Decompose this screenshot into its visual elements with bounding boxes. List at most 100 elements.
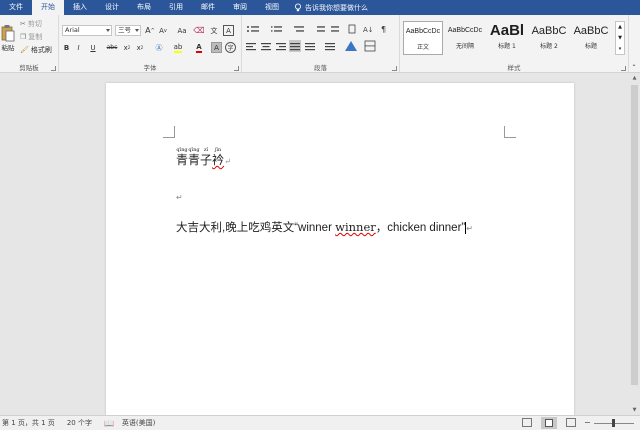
style-heading-1[interactable]: AaBl 标题 1	[487, 21, 527, 55]
scroll-thumb[interactable]	[631, 85, 638, 385]
borders-button[interactable]	[365, 41, 379, 52]
tell-me-box[interactable]: 告诉我你想要做什么	[294, 3, 368, 13]
page-count[interactable]: 第 1 页，共 1 页	[2, 418, 55, 428]
zoom-thumb[interactable]	[612, 419, 615, 427]
clipboard-group-label: 剪贴板	[19, 64, 39, 72]
chevron-down-icon[interactable]: ▼	[616, 33, 624, 44]
clipboard-dialog-launcher[interactable]	[51, 66, 56, 71]
font-name-box[interactable]: Arial	[62, 25, 112, 36]
document-page[interactable]: 青qīng青qīng子zǐ衿jīn↵ ↵ 大吉大利,晚上吃鸡英文“winner …	[106, 83, 574, 415]
style-heading-1-sample: AaBl	[489, 22, 525, 39]
tab-home[interactable]: 开始	[32, 0, 64, 15]
increase-indent-button[interactable]	[328, 23, 340, 33]
align-center-button[interactable]	[260, 41, 272, 52]
cut-button[interactable]: ✂ 剪切	[20, 19, 42, 29]
bullets-button[interactable]	[245, 23, 265, 33]
tab-insert[interactable]: 插入	[64, 0, 96, 15]
clipboard-group: 粘贴 ✂ 剪切 ❐ 复制 🖌 格式刷 剪贴板	[0, 15, 59, 73]
decrease-indent-button[interactable]	[314, 23, 326, 33]
styles-scroller[interactable]: ▲ ▼ ▾	[615, 21, 625, 55]
text-line[interactable]: 大吉大利,晚上吃鸡英文“winner winner，chicken dinner…	[176, 219, 473, 235]
enclose-char-button[interactable]: 字	[225, 42, 236, 53]
ruby-char: 衿jīn	[212, 147, 225, 167]
char-border-button[interactable]: A	[223, 25, 234, 36]
language-indicator[interactable]: 英语(美国)	[122, 418, 155, 428]
chinese-layout-button[interactable]	[346, 23, 358, 33]
copy-label: 复制	[28, 33, 43, 41]
text-effects-button[interactable]: Ⓐ	[153, 42, 165, 53]
multilevel-list-button[interactable]	[291, 23, 311, 33]
tab-mailings[interactable]: 邮件	[192, 0, 224, 15]
font-group-label: 字体	[143, 64, 157, 72]
underline-button[interactable]: U	[86, 42, 100, 53]
style-no-spacing[interactable]: AaBbCcDc 无间隔	[445, 21, 485, 55]
font-color-button[interactable]: A	[192, 42, 206, 53]
bold-button[interactable]: B	[62, 42, 71, 53]
ribbon: 粘贴 ✂ 剪切 ❐ 复制 🖌 格式刷 剪贴板 Arial 三号 A ^ Av Aa…	[0, 15, 640, 73]
style-normal[interactable]: AaBbCcDc 正文	[403, 21, 443, 55]
word-count[interactable]: 20 个字	[67, 418, 92, 428]
paste-label: 粘贴	[1, 44, 15, 52]
format-painter-button[interactable]: 🖌 格式刷	[20, 45, 52, 55]
show-marks-button[interactable]	[380, 23, 392, 33]
font-size-box[interactable]: 三号	[115, 25, 141, 36]
styles-dialog-launcher[interactable]	[621, 66, 626, 71]
more-styles-icon[interactable]: ▾	[616, 44, 624, 54]
tab-references[interactable]: 引用	[160, 0, 192, 15]
tab-design[interactable]: 设计	[96, 0, 128, 15]
copy-icon: ❐	[20, 33, 27, 41]
justify-button[interactable]	[289, 40, 301, 52]
numbering-button[interactable]	[268, 23, 288, 33]
subscript-button[interactable]: x2	[122, 42, 132, 53]
sort-button[interactable]	[362, 23, 376, 33]
ruby-line[interactable]: 青qīng青qīng子zǐ衿jīn↵	[176, 147, 231, 168]
tab-review[interactable]: 审阅	[224, 0, 256, 15]
empty-paragraph-mark: ↵	[176, 193, 183, 202]
shrink-font-button[interactable]: Av	[158, 25, 168, 36]
change-case-button[interactable]: Aa	[174, 25, 190, 36]
align-right-button[interactable]	[275, 41, 287, 52]
char-shading-button[interactable]: A	[211, 42, 222, 53]
highlighter-icon: ab	[173, 42, 183, 53]
vertical-scrollbar[interactable]: ▲ ▼	[629, 73, 640, 415]
align-left-button[interactable]	[245, 41, 257, 52]
highlight-button[interactable]: ab	[171, 42, 185, 53]
style-title[interactable]: AaBbC 标题	[571, 21, 611, 55]
italic-button[interactable]: I	[74, 42, 83, 53]
tab-file[interactable]: 文件	[0, 0, 32, 15]
bold-glyph: B	[63, 43, 70, 52]
tell-me-text: 告诉我你想要做什么	[305, 3, 368, 12]
tab-layout[interactable]: 布局	[128, 0, 160, 15]
styles-group-label: 样式	[507, 64, 521, 72]
shading-button[interactable]	[345, 41, 359, 52]
paragraph-dialog-launcher[interactable]	[392, 66, 397, 71]
char-border-icon: A	[226, 26, 231, 35]
phonetic-guide-button[interactable]: 文	[209, 25, 219, 36]
read-mode-icon[interactable]	[522, 418, 532, 427]
style-heading-2[interactable]: AaBbC 标题 2	[529, 21, 569, 55]
grow-font-button[interactable]: A ^	[145, 25, 155, 36]
strikethrough-glyph: abc	[106, 44, 118, 51]
italic-glyph: I	[77, 43, 80, 52]
zoom-out-icon[interactable]: −	[584, 418, 591, 427]
copy-button[interactable]: ❐ 复制	[20, 32, 42, 42]
font-dialog-launcher[interactable]	[234, 66, 239, 71]
scroll-up-icon[interactable]: ▲	[629, 73, 640, 83]
scroll-down-icon[interactable]: ▼	[629, 405, 640, 415]
distributed-button[interactable]	[305, 41, 317, 52]
tab-view[interactable]: 视图	[256, 0, 288, 15]
strikethrough-button[interactable]: abc	[105, 42, 119, 53]
font-size-value: 三号	[118, 26, 131, 34]
chevron-up-icon[interactable]: ▲	[616, 22, 624, 33]
collapse-ribbon-button[interactable]: ⌃	[629, 63, 639, 72]
proofing-icon[interactable]: 📖	[104, 419, 114, 428]
paste-button[interactable]: 粘贴	[0, 18, 16, 58]
paintbrush-icon: 🖌	[20, 46, 29, 54]
text-segment: ，chicken dinner”	[375, 222, 466, 234]
web-layout-icon[interactable]	[566, 418, 576, 427]
line-spacing-button[interactable]	[325, 41, 339, 52]
superscript-button[interactable]: x2	[135, 42, 145, 53]
clear-format-button[interactable]: ⌫	[193, 25, 204, 36]
char-shading-icon: A	[214, 43, 219, 52]
phonetic-icon: 文	[210, 26, 218, 35]
